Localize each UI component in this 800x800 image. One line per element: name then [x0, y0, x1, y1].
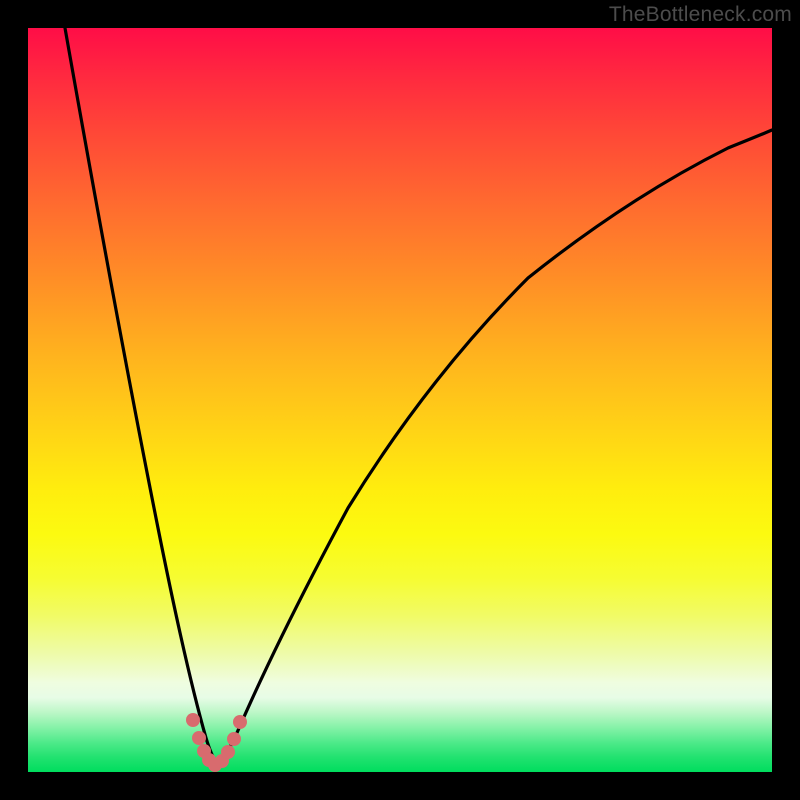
- curve-layer: [28, 28, 772, 772]
- watermark-text: TheBottleneck.com: [609, 3, 792, 27]
- plot-area: [28, 28, 772, 772]
- curve-left: [65, 28, 218, 765]
- minimum-markers: [186, 713, 247, 772]
- curve-right: [218, 130, 772, 765]
- chart-frame: TheBottleneck.com: [0, 0, 800, 800]
